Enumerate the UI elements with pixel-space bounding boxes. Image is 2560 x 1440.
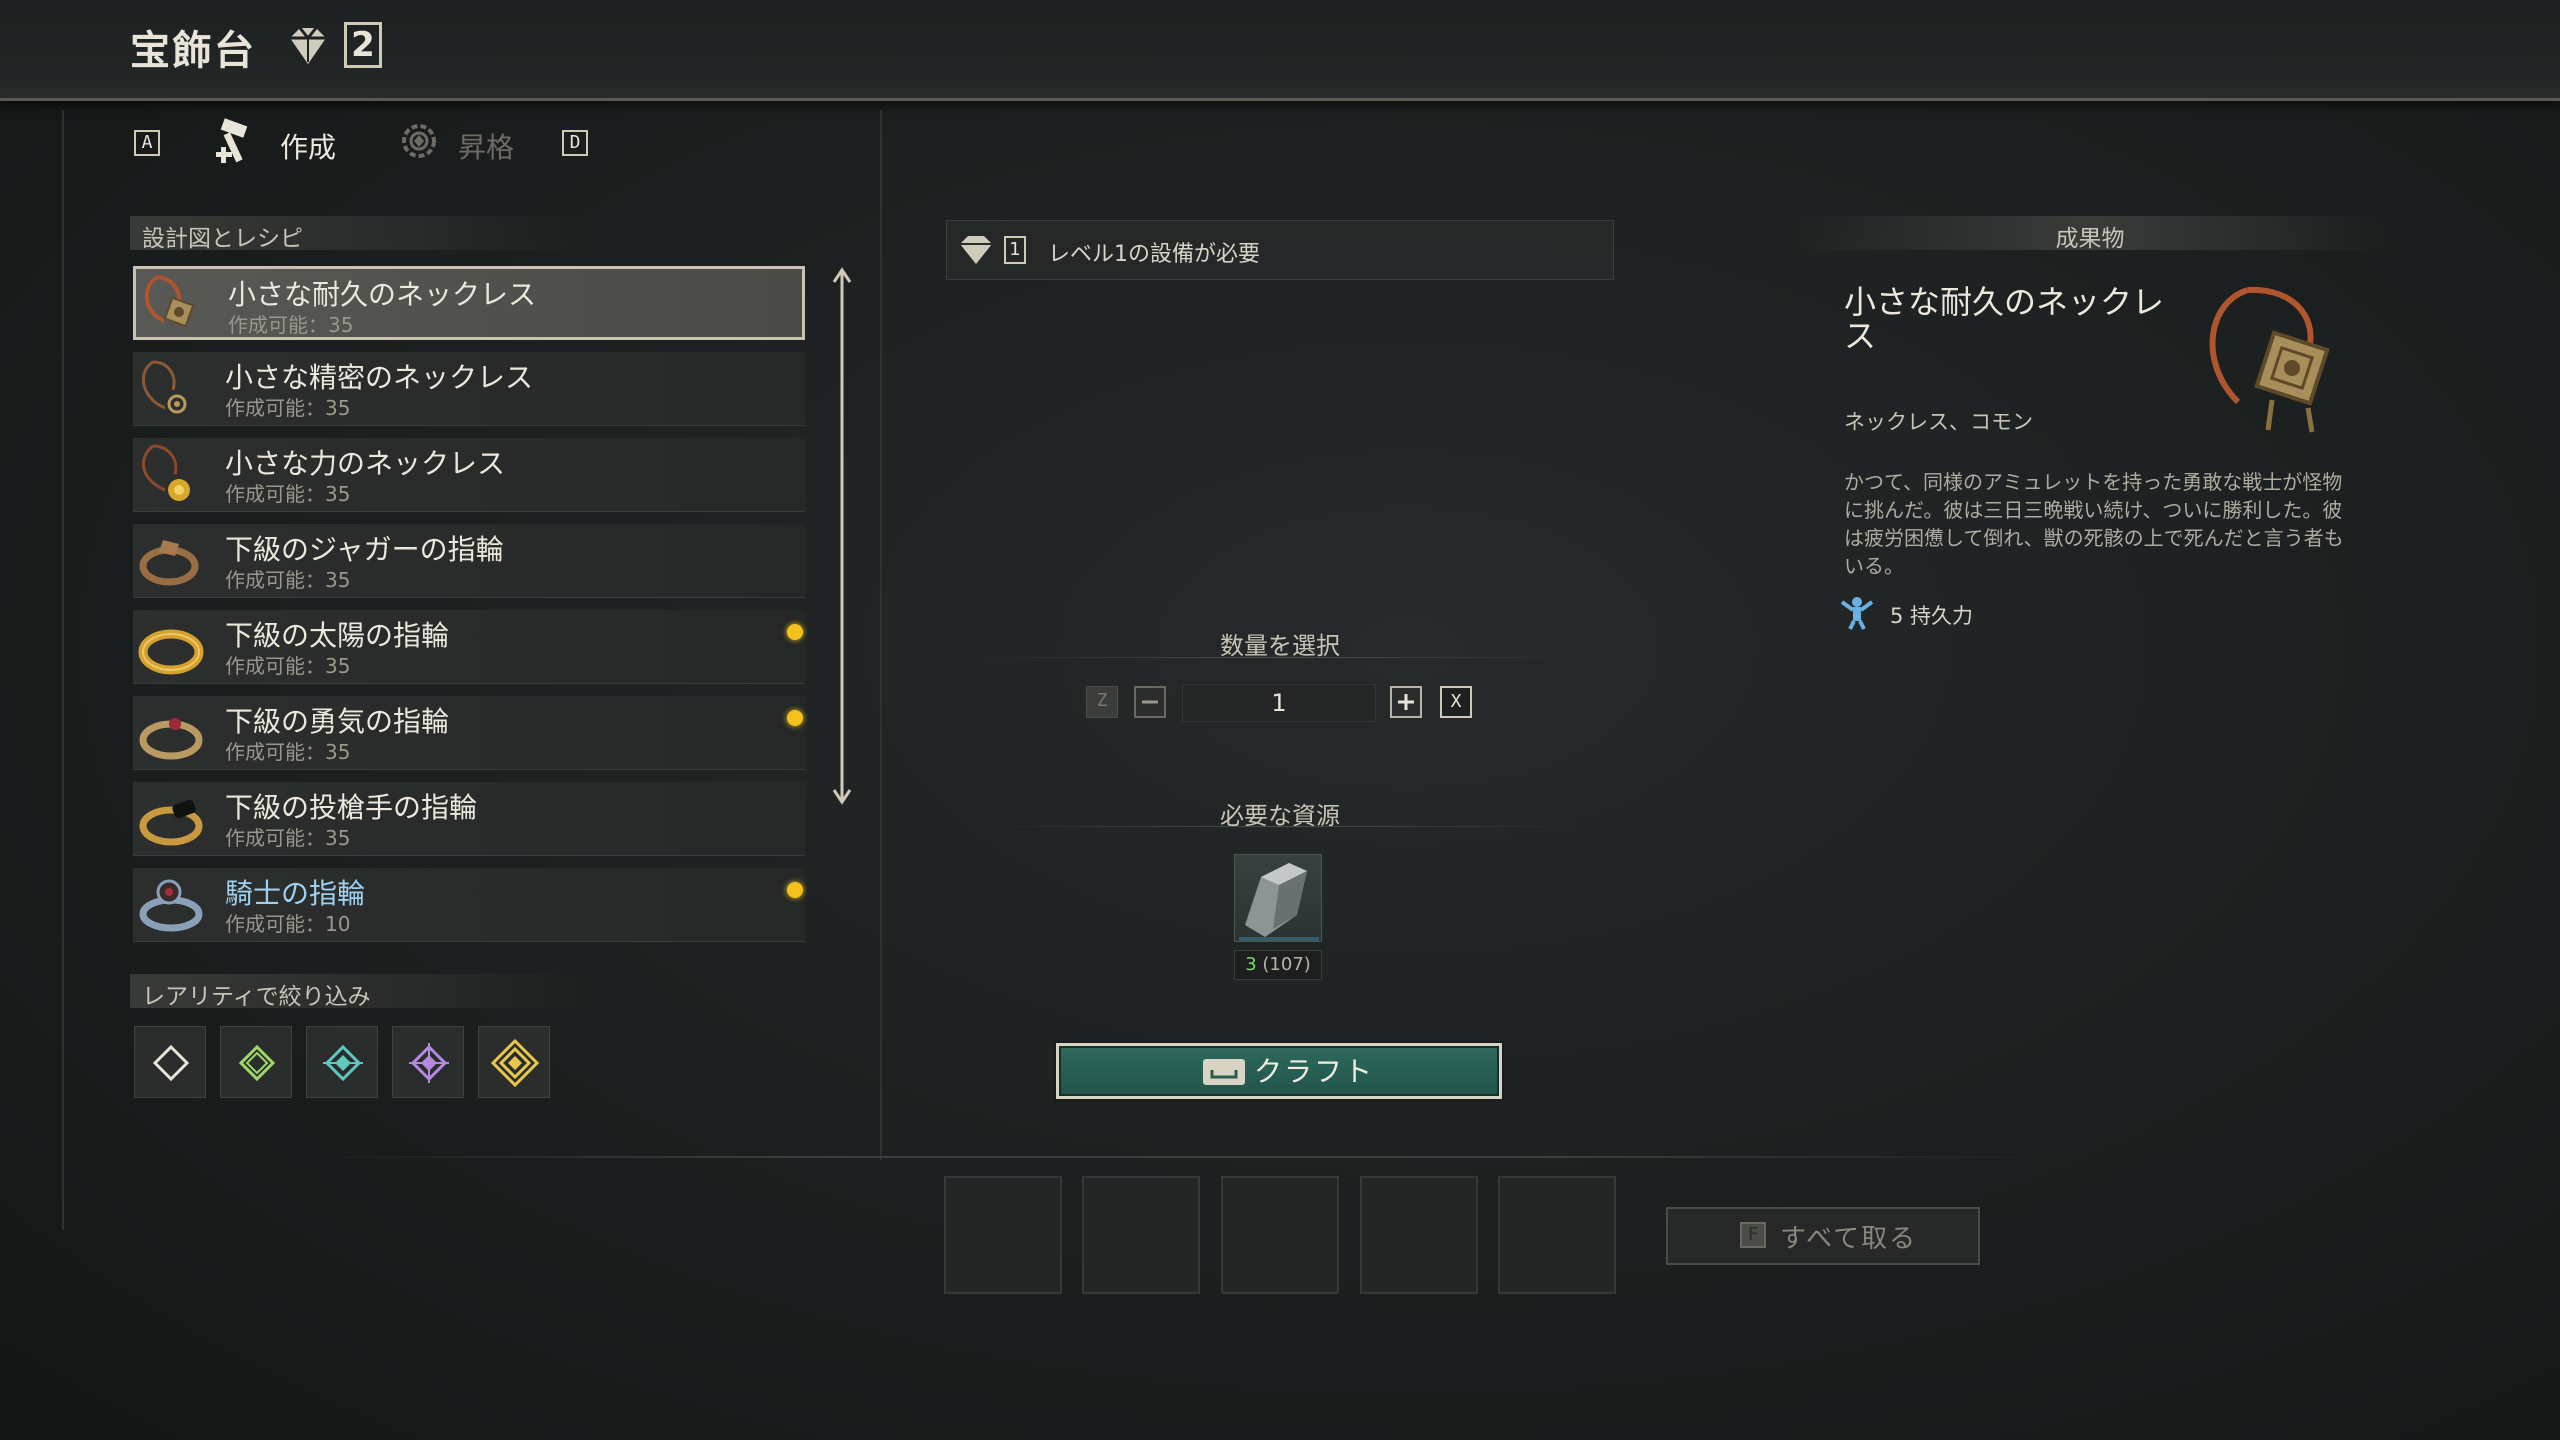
list-scrollbar[interactable] <box>830 266 854 806</box>
necklace-icon <box>2209 286 2330 433</box>
recipe-item[interactable]: 下級の太陽の指輪 作成可能：35 <box>133 610 805 684</box>
recipe-item[interactable]: 下級の勇気の指輪 作成可能：35 <box>133 696 805 770</box>
quantity-heading: 数量を選択 <box>1220 632 1340 660</box>
decrement-button[interactable] <box>1134 686 1166 718</box>
take-all-label: すべて取る <box>1780 1224 1918 1254</box>
take-all-key: F <box>1740 1222 1766 1248</box>
diamond-icon <box>409 1043 449 1083</box>
rarity-heading: レアリティで絞り込み <box>142 984 371 1010</box>
diamond-icon <box>323 1044 363 1082</box>
output-slot[interactable] <box>1360 1176 1478 1294</box>
rarity-filter-rare[interactable] <box>306 1026 378 1098</box>
output-slot[interactable] <box>1498 1176 1616 1294</box>
recipe-count: 作成可能：35 <box>225 396 351 420</box>
recipes-heading: 設計図とレシピ <box>142 226 303 252</box>
recipe-count: 作成可能：35 <box>225 482 351 506</box>
necklace-icon <box>142 444 190 501</box>
detail-heading: 成果物 <box>2055 226 2125 252</box>
recipe-item[interactable]: 小さな耐久のネックレス 作成可能：35 <box>133 266 805 340</box>
panel-divider <box>880 110 882 1160</box>
recipe-name: 小さな耐久のネックレス <box>228 278 537 311</box>
recipe-count: 作成可能：35 <box>225 654 351 678</box>
recipe-name: 下級の投槍手の指輪 <box>225 791 478 824</box>
new-indicator-dot <box>787 624 803 640</box>
resource-slot[interactable] <box>1234 854 1322 942</box>
gem-icon <box>960 236 992 264</box>
new-indicator-dot <box>787 710 803 726</box>
prev-tab-key[interactable]: A <box>134 130 160 156</box>
recipe-count: 作成可能：10 <box>225 912 351 936</box>
output-slot[interactable] <box>1221 1176 1339 1294</box>
tab-craft[interactable]: 作成 <box>280 126 336 166</box>
ring-icon <box>139 718 203 760</box>
tab-ascend[interactable]: 昇格 <box>458 126 514 166</box>
detail-item-type: ネックレス、コモン <box>1844 410 2033 434</box>
hammer-icon <box>216 118 248 163</box>
rarity-filter-epic[interactable] <box>392 1026 464 1098</box>
ring-icon <box>139 799 203 846</box>
decrement-key[interactable]: Z <box>1086 686 1118 718</box>
detail-item-description: かつて、同様のアミュレットを持った勇敢な戦士が怪物に挑んだ。彼は三日三晩戦い続け… <box>1844 470 2344 578</box>
craft-button-label: クラフト <box>1254 1055 1375 1088</box>
recipe-name: 小さな力のネックレス <box>225 447 506 480</box>
endurance-icon <box>1840 597 1874 630</box>
necklace-icon <box>144 275 195 328</box>
resource-owned: (107) <box>1262 954 1311 975</box>
station-title: 宝飾台 <box>130 28 256 74</box>
detail-item-stat: 5 持久力 <box>1890 604 1974 628</box>
necklace-icon <box>142 360 187 414</box>
resources-heading: 必要な資源 <box>1220 802 1340 830</box>
ring-icon <box>139 540 199 586</box>
recipe-item[interactable]: 下級の投槍手の指輪 作成可能：35 <box>133 782 805 856</box>
spacebar-key-icon <box>1203 1059 1245 1085</box>
recipe-name: 騎士の指輪 <box>225 877 366 910</box>
recipe-item[interactable]: 下級のジャガーの指輪 作成可能：35 <box>133 524 805 598</box>
next-tab-key[interactable]: D <box>562 130 588 156</box>
recipe-count: 作成可能：35 <box>228 313 354 337</box>
recipe-name: 下級のジャガーの指輪 <box>225 533 504 566</box>
rarity-filter-common[interactable] <box>134 1026 206 1098</box>
recipe-count: 作成可能：35 <box>225 740 351 764</box>
resource-required: 3 <box>1245 954 1257 975</box>
recipe-item[interactable]: 小さな精密のネックレス 作成可能：35 <box>133 352 805 426</box>
recipe-name: 下級の太陽の指輪 <box>225 619 450 652</box>
diamond-icon <box>238 1044 276 1082</box>
diamond-icon <box>490 1038 540 1088</box>
new-indicator-dot <box>787 882 803 898</box>
ring-icon <box>138 629 204 675</box>
recipe-item[interactable]: 小さな力のネックレス 作成可能：35 <box>133 438 805 512</box>
gem-icon <box>290 27 326 64</box>
left-border <box>62 110 64 1230</box>
increment-key[interactable]: X <box>1440 686 1472 718</box>
output-slot[interactable] <box>944 1176 1062 1294</box>
iron-ingot-icon <box>1239 863 1319 941</box>
title-bar <box>0 0 2560 101</box>
diamond-icon <box>152 1044 190 1082</box>
requirement-text: レベル1の設備が必要 <box>1048 242 1260 267</box>
quantity-input[interactable]: 1 <box>1182 684 1376 722</box>
output-slot[interactable] <box>1082 1176 1200 1294</box>
increment-button[interactable] <box>1390 686 1422 718</box>
recipe-count: 作成可能：35 <box>225 826 351 850</box>
ascend-gear-icon <box>402 124 436 158</box>
rarity-filter-legendary[interactable] <box>478 1026 550 1098</box>
minus-icon <box>1142 700 1158 704</box>
requirement-level-badge: 1 <box>1004 236 1026 264</box>
recipe-name: 小さな精密のネックレス <box>225 361 534 394</box>
requirement-bar <box>946 220 1614 280</box>
rarity-filter-uncommon[interactable] <box>220 1026 292 1098</box>
plus-icon <box>1398 694 1414 710</box>
recipe-count: 作成可能：35 <box>225 568 351 592</box>
recipe-name: 下級の勇気の指輪 <box>225 705 450 738</box>
bottom-divider <box>300 1156 2060 1158</box>
station-level-badge: 2 <box>344 22 382 68</box>
resource-count-box: 3 (107) <box>1234 950 1322 980</box>
recipe-item[interactable]: 騎士の指輪 作成可能：10 <box>133 868 805 942</box>
ring-icon <box>139 879 203 932</box>
detail-item-name: 小さな耐久のネックレス <box>1844 283 2165 355</box>
